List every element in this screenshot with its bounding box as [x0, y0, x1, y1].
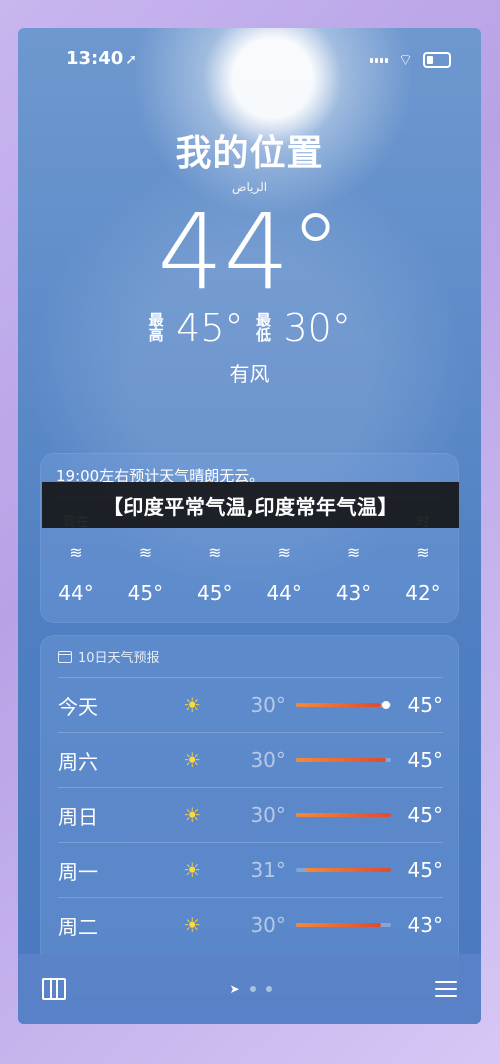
wifi-icon: ⌔: [397, 50, 413, 69]
location-title: 我的位置: [175, 133, 324, 174]
day-label: 周二: [58, 914, 98, 939]
sun-icon: ☀: [183, 693, 202, 717]
hourly-icons: ≋ ≋ ≋ ≋ ≋ ≋: [56, 543, 443, 562]
current-temp-marker: [381, 701, 390, 709]
daily-row[interactable]: 周一 ☀ 31° 45°: [58, 842, 443, 897]
temp-range-bar: [295, 813, 391, 817]
temp-range-fill: [295, 813, 391, 817]
page-dot: [265, 986, 272, 992]
page-indicator[interactable]: ➤: [229, 982, 272, 996]
low-temp: 30°: [250, 748, 286, 772]
temp-range-bar: [295, 868, 391, 872]
location-services-icon: ➚: [125, 52, 138, 68]
low-temp: 30°: [250, 913, 286, 937]
low-label: 最低: [255, 311, 271, 344]
wind-icon: ≋: [346, 543, 361, 562]
hourly-forecast-card[interactable]: 19:00左右预计天气晴朗无云。 现在 时 ≋ ≋ ≋ ≋ ≋ ≋ 44° 45…: [40, 453, 459, 623]
ten-day-title: 10日天气预报: [78, 651, 160, 666]
current-temperature: 44°: [157, 191, 342, 313]
high-value: 45°: [176, 306, 244, 350]
temp-range-bar: [295, 923, 391, 927]
daily-rows: 今天 ☀ 30° 45° 周六 ☀ 30° 45° 周日 ☀ 30° 45° 周…: [58, 677, 443, 952]
sun-icon: ☀: [183, 748, 202, 772]
low-value: 30°: [283, 306, 351, 350]
day-label: 周日: [58, 804, 98, 829]
day-label: 周六: [58, 749, 98, 774]
sun-icon: ☀: [183, 803, 202, 827]
wind-icon: ≋: [69, 543, 83, 562]
battery-icon: [423, 52, 451, 68]
high-temp: 45°: [407, 858, 443, 882]
day-label: 今天: [58, 694, 98, 719]
bottom-toolbar: ➤: [18, 954, 481, 1024]
hour-temp: 43°: [335, 581, 372, 605]
wind-icon: ≋: [208, 543, 222, 562]
wind-icon: ≋: [416, 543, 430, 562]
low-temp: 30°: [250, 803, 286, 827]
temp-range-fill: [295, 923, 382, 927]
daily-row[interactable]: 今天 ☀ 30° 45°: [58, 677, 443, 732]
map-icon[interactable]: [42, 978, 66, 1000]
high-temp: 45°: [407, 803, 443, 827]
list-icon[interactable]: [435, 981, 457, 997]
status-time: 13:40 ➚: [66, 48, 137, 69]
daily-row[interactable]: 周六 ☀ 30° 45°: [58, 732, 443, 787]
page-dot: [249, 986, 256, 992]
ten-day-header: 10日天气预报: [58, 647, 160, 666]
cellular-signal-icon: [369, 57, 388, 63]
temp-range-fill: [305, 868, 391, 872]
hour-temp: 45°: [127, 581, 164, 605]
ten-day-forecast-card[interactable]: 10日天气预报 今天 ☀ 30° 45° 周六 ☀ 30° 45° 周日 ☀ 3…: [40, 635, 459, 995]
hour-temp: 42°: [405, 581, 441, 605]
wind-icon: ≋: [277, 543, 291, 562]
sun-icon: ☀: [183, 913, 202, 937]
day-label: 周一: [58, 859, 98, 884]
temp-range-bar: [295, 758, 391, 762]
daily-row[interactable]: 周日 ☀ 30° 45°: [58, 787, 443, 842]
current-weather: 我的位置 الرياض 44° 最高 45° 最低 30° 有风: [18, 124, 481, 387]
wind-icon: ≋: [138, 543, 153, 562]
hour-temp: 45°: [197, 581, 233, 605]
sun-icon: ☀: [183, 858, 202, 882]
hour-temp: 44°: [266, 581, 302, 605]
temp-range-fill: [295, 703, 382, 707]
hourly-temps: 44° 45° 45° 44° 43° 42°: [56, 581, 443, 605]
high-temp: 45°: [407, 748, 443, 772]
temp-range-bar: [295, 701, 391, 709]
weather-condition: 有风: [229, 362, 270, 386]
hour-temp: 44°: [58, 581, 94, 605]
daily-row[interactable]: 周二 ☀ 30° 43°: [58, 897, 443, 952]
overlay-title-banner: 【印度平常气温,印度常年气温】: [42, 482, 459, 528]
status-bar: 13:40 ➚ ⌔: [18, 40, 481, 74]
location-arrow-icon: ➤: [229, 982, 240, 996]
high-label: 最高: [148, 311, 164, 344]
status-indicators: ⌔: [369, 50, 451, 70]
status-time-text: 13:40: [66, 48, 124, 69]
low-temp: 30°: [250, 693, 286, 717]
high-temp: 43°: [407, 913, 443, 937]
location-subtitle: الرياض: [231, 180, 268, 194]
low-temp: 31°: [250, 858, 286, 882]
high-temp: 45°: [407, 693, 443, 717]
temp-range-fill: [295, 758, 386, 762]
calendar-icon: [58, 650, 72, 663]
